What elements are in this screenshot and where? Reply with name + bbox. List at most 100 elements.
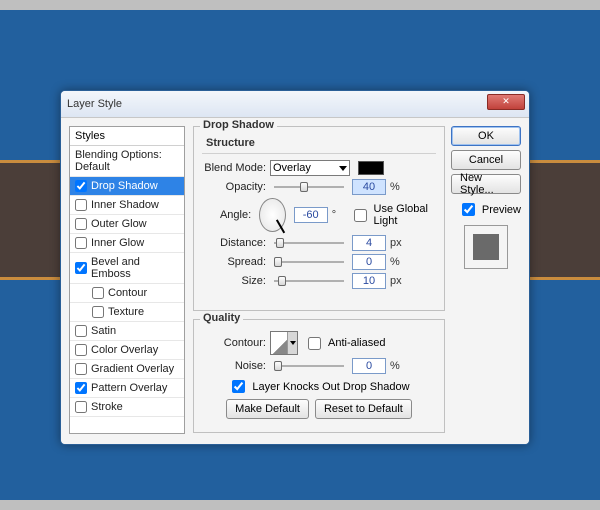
structure-legend: Structure xyxy=(206,137,436,149)
reset-default-button[interactable]: Reset to Default xyxy=(315,399,412,419)
style-label: Contour xyxy=(108,287,147,299)
contour-label: Contour: xyxy=(202,337,266,349)
distance-row: Distance: px xyxy=(202,235,436,251)
ok-button[interactable]: OK xyxy=(451,126,521,146)
style-label: Bevel and Emboss xyxy=(91,256,179,280)
opacity-input[interactable] xyxy=(352,179,386,195)
style-row-inner-glow[interactable]: Inner Glow xyxy=(70,234,184,253)
size-input[interactable] xyxy=(352,273,386,289)
style-check-drop-shadow[interactable] xyxy=(75,180,87,192)
size-row: Size: px xyxy=(202,273,436,289)
blend-mode-label: Blend Mode: xyxy=(202,162,266,174)
size-unit: px xyxy=(390,275,408,287)
style-check-gradient-overlay[interactable] xyxy=(75,363,87,375)
style-row-bevel-emboss[interactable]: Bevel and Emboss xyxy=(70,253,184,284)
style-check-bevel-emboss[interactable] xyxy=(75,262,87,274)
style-row-pattern-overlay[interactable]: Pattern Overlay xyxy=(70,379,184,398)
blend-mode-value: Overlay xyxy=(273,162,311,174)
distance-label: Distance: xyxy=(202,237,266,249)
style-check-pattern-overlay[interactable] xyxy=(75,382,87,394)
style-label: Stroke xyxy=(91,401,123,413)
blend-mode-row: Blend Mode: Overlay xyxy=(202,160,436,176)
style-check-outer-glow[interactable] xyxy=(75,218,87,230)
new-style-button[interactable]: New Style... xyxy=(451,174,521,194)
anti-aliased-label: Anti-aliased xyxy=(328,337,385,349)
angle-row: Angle: ° Use Global Light xyxy=(202,198,436,232)
styles-header[interactable]: Styles xyxy=(70,127,184,146)
style-label: Inner Shadow xyxy=(91,199,159,211)
use-global-light-check[interactable] xyxy=(354,209,367,222)
style-check-inner-shadow[interactable] xyxy=(75,199,87,211)
settings-panel: Drop Shadow Structure Blend Mode: Overla… xyxy=(193,126,445,434)
opacity-slider[interactable] xyxy=(274,186,344,188)
contour-dropdown[interactable] xyxy=(287,332,297,354)
distance-unit: px xyxy=(390,237,408,249)
opacity-label: Opacity: xyxy=(202,181,266,193)
style-label: Satin xyxy=(91,325,116,337)
style-check-contour[interactable] xyxy=(92,287,104,299)
preview-row: Preview xyxy=(451,200,521,219)
styles-list: Styles Blending Options: Default Drop Sh… xyxy=(69,126,185,434)
spread-input[interactable] xyxy=(352,254,386,270)
angle-input[interactable] xyxy=(294,207,328,223)
group-title: Drop Shadow xyxy=(200,119,277,131)
distance-slider[interactable] xyxy=(274,242,344,244)
size-slider[interactable] xyxy=(274,280,344,282)
style-label: Texture xyxy=(108,306,144,318)
distance-input[interactable] xyxy=(352,235,386,251)
style-row-drop-shadow[interactable]: Drop Shadow xyxy=(70,177,184,196)
make-default-button[interactable]: Make Default xyxy=(226,399,309,419)
knocks-out-check[interactable] xyxy=(232,380,245,393)
window-title: Layer Style xyxy=(67,98,122,110)
style-check-texture[interactable] xyxy=(92,306,104,318)
spread-unit: % xyxy=(390,256,408,268)
divider xyxy=(202,153,436,154)
contour-picker[interactable] xyxy=(270,331,298,355)
style-label: Inner Glow xyxy=(91,237,144,249)
right-button-column: OK Cancel New Style... Preview xyxy=(451,126,521,269)
chevron-down-icon xyxy=(339,166,347,171)
preview-check[interactable] xyxy=(462,203,475,216)
titlebar[interactable]: Layer Style ✕ xyxy=(61,91,529,117)
quality-group: Quality Contour: Anti-aliased Noise: % xyxy=(193,319,445,433)
spread-label: Spread: xyxy=(202,256,266,268)
opacity-unit: % xyxy=(390,181,408,193)
style-check-inner-glow[interactable] xyxy=(75,237,87,249)
blending-options-label: Blending Options: Default xyxy=(75,149,179,173)
style-label: Pattern Overlay xyxy=(91,382,167,394)
opacity-row: Opacity: % xyxy=(202,179,436,195)
style-row-stroke[interactable]: Stroke xyxy=(70,398,184,417)
angle-unit: ° xyxy=(332,209,346,221)
style-row-gradient-overlay[interactable]: Gradient Overlay xyxy=(70,360,184,379)
blending-options-row[interactable]: Blending Options: Default xyxy=(70,146,184,177)
preview-label: Preview xyxy=(482,204,521,216)
drop-shadow-group: Drop Shadow Structure Blend Mode: Overla… xyxy=(193,126,445,311)
blend-mode-combo[interactable]: Overlay xyxy=(270,160,350,176)
style-row-color-overlay[interactable]: Color Overlay xyxy=(70,341,184,360)
style-row-inner-shadow[interactable]: Inner Shadow xyxy=(70,196,184,215)
layer-style-dialog: Layer Style ✕ Styles Blending Options: D… xyxy=(60,90,530,445)
anti-aliased-check[interactable] xyxy=(308,337,321,350)
shadow-color-swatch[interactable] xyxy=(358,161,384,175)
noise-slider[interactable] xyxy=(274,365,344,367)
style-check-satin[interactable] xyxy=(75,325,87,337)
style-check-color-overlay[interactable] xyxy=(75,344,87,356)
chevron-down-icon xyxy=(290,341,296,345)
style-row-contour[interactable]: Contour xyxy=(70,284,184,303)
close-button[interactable]: ✕ xyxy=(487,94,525,110)
style-label: Outer Glow xyxy=(91,218,147,230)
cancel-button[interactable]: Cancel xyxy=(451,150,521,170)
style-row-outer-glow[interactable]: Outer Glow xyxy=(70,215,184,234)
spread-row: Spread: % xyxy=(202,254,436,270)
noise-input[interactable] xyxy=(352,358,386,374)
style-label: Gradient Overlay xyxy=(91,363,174,375)
preview-swatch xyxy=(464,225,508,269)
style-row-satin[interactable]: Satin xyxy=(70,322,184,341)
angle-dial[interactable] xyxy=(259,198,286,232)
style-label: Color Overlay xyxy=(91,344,158,356)
style-check-stroke[interactable] xyxy=(75,401,87,413)
contour-row: Contour: Anti-aliased xyxy=(202,331,436,355)
noise-row: Noise: % xyxy=(202,358,436,374)
style-row-texture[interactable]: Texture xyxy=(70,303,184,322)
spread-slider[interactable] xyxy=(274,261,344,263)
